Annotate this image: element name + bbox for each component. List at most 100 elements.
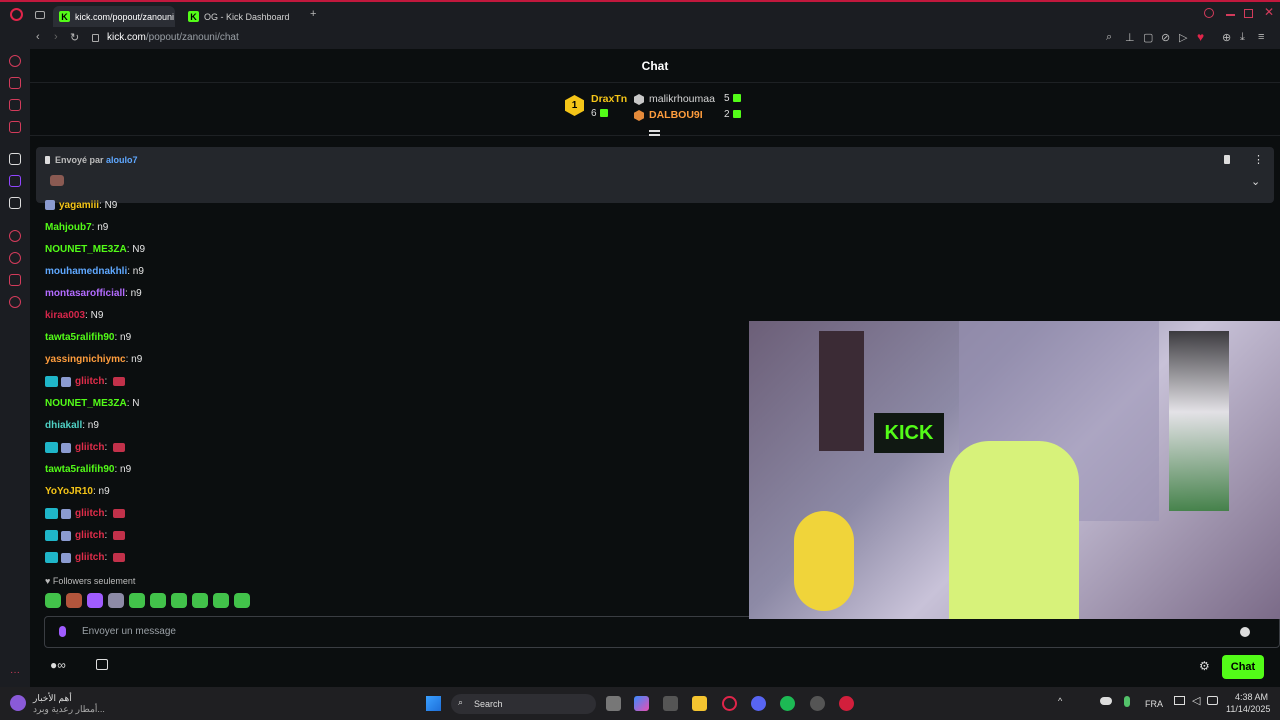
start-button[interactable]: [426, 696, 441, 711]
onedrive-icon[interactable]: [1100, 697, 1112, 705]
more-icon[interactable]: ···: [10, 667, 20, 678]
chat-username[interactable]: kiraa003: [45, 310, 85, 321]
chat-username[interactable]: NOUNET_ME3ZA: [45, 398, 127, 409]
emote-button[interactable]: [87, 593, 103, 608]
lock-icon: [92, 34, 99, 42]
emote-button[interactable]: [171, 593, 187, 608]
emote-button[interactable]: [129, 593, 145, 608]
new-tab-button[interactable]: +: [310, 8, 316, 20]
tab-workspaces-icon[interactable]: [35, 11, 45, 19]
search-tabs-icon[interactable]: [1204, 8, 1214, 18]
whatsapp-icon[interactable]: [9, 121, 21, 133]
extensions-icon[interactable]: [9, 274, 21, 286]
x-twitter-icon[interactable]: [9, 197, 21, 209]
emote-icon: [113, 377, 126, 386]
chat-username[interactable]: NOUNET_ME3ZA: [45, 244, 127, 255]
workspaces-icon[interactable]: [9, 77, 21, 89]
store-app-icon[interactable]: [663, 696, 678, 711]
language-indicator[interactable]: FRA: [1145, 699, 1163, 709]
emote-button[interactable]: [150, 593, 166, 608]
steam-icon[interactable]: [810, 696, 825, 711]
chat-username[interactable]: montasarofficiall: [45, 288, 125, 299]
player-sidebar-icon[interactable]: [9, 230, 21, 242]
chat-username[interactable]: Mahjoub7: [45, 222, 92, 233]
messenger-icon[interactable]: [9, 99, 21, 111]
show-hidden-icons[interactable]: ^: [1058, 696, 1062, 706]
back-icon[interactable]: ‹: [36, 31, 40, 43]
menu-icon[interactable]: ≡: [1258, 31, 1264, 43]
chat-username[interactable]: dhiakall: [45, 420, 82, 431]
emote-button[interactable]: [108, 593, 124, 608]
pinned-options-icon[interactable]: ⋮: [1253, 153, 1264, 166]
task-view-icon[interactable]: [606, 696, 621, 711]
emote-button[interactable]: [213, 593, 229, 608]
chat-username[interactable]: gliitch: [75, 552, 104, 563]
close-window-button[interactable]: ✕: [1264, 5, 1274, 19]
emoji-picker-icon[interactable]: [1240, 627, 1250, 637]
chat-username[interactable]: gliitch: [75, 530, 104, 541]
chat-username[interactable]: tawta5ralifih90: [45, 464, 114, 475]
chat-username[interactable]: mouhamednakhli: [45, 266, 127, 277]
pin-icon[interactable]: ⊥: [1125, 31, 1135, 44]
minimize-button[interactable]: [1226, 14, 1235, 16]
emote-button[interactable]: [234, 593, 250, 608]
kick-sidebar-icon[interactable]: [9, 153, 21, 165]
taskbar-search[interactable]: ⌕ Search: [451, 694, 596, 714]
aria-icon[interactable]: [9, 55, 21, 67]
stream-video-overlay[interactable]: KICK: [749, 321, 1280, 619]
leaderboard-third-name[interactable]: DALBOU9I: [649, 109, 703, 121]
pinned-by-user[interactable]: aloulo7: [106, 155, 138, 165]
settings-icon[interactable]: [9, 296, 21, 308]
player-icon[interactable]: ▷: [1179, 31, 1187, 44]
copilot-icon[interactable]: [634, 696, 649, 711]
chat-username[interactable]: yassingnichiymc: [45, 354, 126, 365]
tab-kick-dashboard[interactable]: K OG - Kick Dashboard: [182, 6, 304, 27]
chat-username[interactable]: tawta5ralifih90: [45, 332, 114, 343]
app-red-icon[interactable]: [839, 696, 854, 711]
emote-icon: [113, 553, 126, 562]
twitch-icon[interactable]: [9, 175, 21, 187]
url-field[interactable]: kick.com/popout/zanouni/chat: [107, 32, 239, 43]
chat-username[interactable]: YoYoJR10: [45, 486, 93, 497]
message-input[interactable]: Envoyer un message: [44, 616, 1280, 648]
forward-icon[interactable]: ›: [54, 31, 58, 43]
favorites-heart-icon[interactable]: ♥: [1197, 30, 1204, 44]
wallet-icon[interactable]: ⊕: [1222, 31, 1231, 44]
expand-leaderboard-icon[interactable]: [649, 130, 660, 136]
leaderboard-first-name[interactable]: DraxTn: [591, 93, 627, 105]
opera-logo-icon[interactable]: [10, 8, 23, 21]
history-icon[interactable]: [9, 252, 21, 264]
spotify-icon[interactable]: [780, 696, 795, 711]
tab-kick-popout[interactable]: K kick.com/popout/zanouni: [53, 6, 175, 27]
mic-tray-icon[interactable]: [1124, 696, 1130, 707]
chat-settings-gear-icon[interactable]: ⚙: [1199, 659, 1210, 673]
file-explorer-icon[interactable]: [692, 696, 707, 711]
unpin-icon[interactable]: [1224, 155, 1230, 164]
chat-text: : N9: [99, 200, 118, 211]
chevron-down-icon[interactable]: ⌄: [1251, 175, 1260, 188]
reload-icon[interactable]: ↻: [70, 31, 79, 44]
zoom-icon[interactable]: ⌕: [1106, 31, 1112, 44]
downloads-icon[interactable]: ⤓: [1240, 31, 1245, 44]
microphone-icon[interactable]: [59, 626, 66, 637]
adblock-icon[interactable]: ⊘: [1161, 31, 1170, 44]
snapshot-icon[interactable]: ▢: [1143, 31, 1153, 44]
leaderboard-second-name[interactable]: malikrhoumaa: [649, 93, 715, 105]
chat-username[interactable]: gliitch: [75, 508, 104, 519]
discord-icon[interactable]: [751, 696, 766, 711]
points-icon[interactable]: ●∞: [50, 658, 66, 672]
opera-taskbar-icon[interactable]: [722, 696, 737, 711]
emote-button[interactable]: [45, 593, 61, 608]
store-icon[interactable]: [96, 659, 108, 670]
chat-username[interactable]: gliitch: [75, 376, 104, 387]
send-chat-button[interactable]: Chat: [1222, 655, 1264, 679]
clock[interactable]: 4:38 AM 11/14/2025: [1226, 692, 1270, 714]
battery-icon[interactable]: [1207, 696, 1218, 705]
network-icon[interactable]: [1174, 696, 1185, 705]
chat-username[interactable]: gliitch: [75, 442, 104, 453]
volume-icon[interactable]: ◁: [1192, 694, 1200, 707]
emote-button[interactable]: [192, 593, 208, 608]
chat-username[interactable]: yagamiii: [59, 200, 99, 211]
maximize-button[interactable]: [1244, 9, 1253, 18]
emote-button[interactable]: [66, 593, 82, 608]
